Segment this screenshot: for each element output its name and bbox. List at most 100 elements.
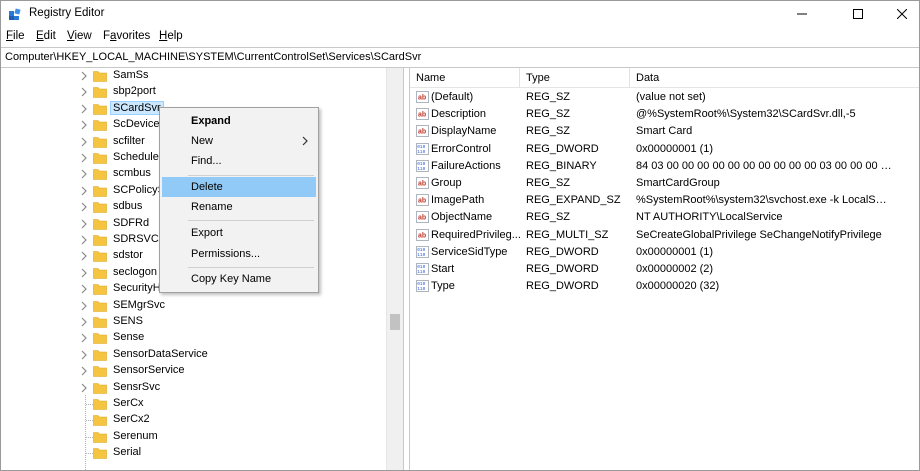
chevron-right-icon[interactable] [80,250,88,262]
tree-item[interactable]: SensorDataService [1,347,386,363]
context-menu-rename[interactable]: Rename [162,197,316,217]
folder-icon [93,103,107,115]
value-row[interactable]: ab Group REG_SZ SmartCardGroup [410,175,919,192]
tree-item[interactable]: Sense [1,330,386,346]
context-menu-export[interactable]: Export [162,223,316,243]
value-row[interactable]: ab ObjectName REG_SZ NT AUTHORITY\LocalServ… [410,209,919,226]
value-name: (Default) [431,91,474,103]
tree-item-label: sbp2port [113,85,156,98]
folder-icon [93,300,107,312]
chevron-right-icon[interactable] [80,119,88,131]
value-row[interactable]: ab Description REG_SZ @%SystemRoot%\System3… [410,106,919,123]
svg-text:ab: ab [418,181,426,188]
chevron-right-icon[interactable] [80,201,88,213]
value-row[interactable]: ab ImagePath REG_EXPAND_SZ %SystemRoot%\sys… [410,192,919,209]
value-name: DisplayName [431,125,497,138]
value-data: @%SystemRoot%\System32\SCardSvr.dll,-5 [636,108,856,121]
chevron-right-icon[interactable] [80,365,88,377]
tree-connector-line [86,453,93,455]
value-row[interactable]: 010 110 ServiceSidType REG_DWORD 0x00000001 … [410,244,919,261]
chevron-right-icon[interactable] [80,103,88,115]
chevron-right-icon[interactable] [80,185,88,197]
folder-icon [93,399,107,410]
context-menu-permissions[interactable]: Permissions... [162,244,316,264]
value-name: Start [431,263,455,275]
value-row[interactable]: 010 110 Start REG_DWORD 0x00000002 (2) [410,261,919,278]
value-name: Group [431,177,462,189]
chevron-right-icon[interactable] [80,349,88,361]
value-row[interactable]: ab (Default) REG_SZ (value not set) [410,89,919,106]
tree-item[interactable]: SerCx [1,396,386,412]
chevron-right-icon[interactable] [80,316,88,328]
value-name: ServiceSidType [431,245,508,258]
value-row[interactable]: 010 110 ErrorControl REG_DWORD 0x00000001 (1… [410,141,919,158]
tree-item-label: scmbus [113,167,151,180]
chevron-right-icon[interactable] [80,283,88,295]
chevron-right-icon[interactable] [80,218,88,230]
tree-item[interactable]: Serial [1,445,386,461]
menu-view[interactable]: View [67,30,92,42]
chevron-right-icon[interactable] [80,136,88,148]
value-row[interactable]: ab RequiredPrivileg... REG_MULTI_SZ SeCreat… [410,227,919,244]
tree-scrollbar[interactable] [386,68,403,470]
tree-item[interactable]: SamSs [1,68,386,84]
column-header-type[interactable]: Type [520,68,630,88]
context-menu-label: Find... [191,155,222,167]
values-pane[interactable]: Name Type Data ab (Default) REG_SZ (value n… [409,68,919,470]
tree-item[interactable]: SensrSvc [1,380,386,396]
value-data: SeCreateGlobalPrivilege SeChangeNotifyPr… [636,228,882,241]
value-row[interactable]: ab DisplayName REG_SZ Smart Card [410,123,919,140]
svg-text:ab: ab [418,215,426,222]
folder-icon [93,218,107,230]
menu-label: ile [13,30,25,42]
string-value-icon: ab [416,125,429,138]
menu-edit[interactable]: Edit [36,30,56,42]
value-name: RequiredPrivileg... [431,228,521,241]
minimize-button[interactable] [779,1,825,27]
tree-item-label: Serial [113,446,142,459]
folder-icon [93,267,107,279]
context-menu-expand[interactable]: Expand [162,111,316,131]
value-type: REG_SZ [526,108,571,121]
folder-icon [93,251,107,263]
chevron-right-icon[interactable] [80,382,88,394]
chevron-right-icon[interactable] [80,300,88,312]
context-menu-delete[interactable]: Delete [162,177,316,197]
column-header-name[interactable]: Name [410,68,520,88]
tree-item[interactable]: Serenum [1,429,386,445]
tree-item[interactable]: SENS [1,314,386,330]
tree-item-label: Serenum [113,429,158,442]
chevron-right-icon[interactable] [80,152,88,164]
menu-help[interactable]: Help [159,30,183,42]
context-menu-find[interactable]: Find... [162,151,316,171]
address-path[interactable]: Computer\HKEY_LOCAL_MACHINE\SYSTEM\Curre… [5,51,421,63]
value-type: REG_DWORD [526,280,599,293]
address-bar[interactable]: Computer\HKEY_LOCAL_MACHINE\SYSTEM\Curre… [1,47,919,68]
folder-icon [93,284,107,295]
tree-item[interactable]: sbp2port [1,84,386,100]
value-row[interactable]: 010 110 FailureActions REG_BINARY 84 03 00 0… [410,158,919,175]
maximize-button[interactable] [835,1,881,27]
chevron-right-icon[interactable] [80,267,88,279]
context-menu-label: Expand [191,115,231,127]
chevron-right-icon[interactable] [80,70,88,82]
value-row[interactable]: 010 110 Type REG_DWORD 0x00000020 (32) [410,278,919,295]
tree-item[interactable]: SensorService [1,363,386,379]
chevron-right-icon[interactable] [80,86,88,98]
svg-text:ab: ab [418,232,426,239]
chevron-right-icon[interactable] [80,234,88,246]
context-menu-new[interactable]: New [162,131,316,151]
tree-item[interactable]: SEMgrSvc [1,298,386,314]
menu-favorites[interactable]: Favorites [103,30,150,42]
context-menu-label: Rename [191,201,233,213]
title-bar[interactable]: Registry Editor [1,1,919,27]
tree-item[interactable]: SerCx2 [1,412,386,428]
chevron-right-icon[interactable] [80,168,88,180]
menu-file[interactable]: File [6,30,25,42]
close-button[interactable] [879,1,919,27]
column-header-data[interactable]: Data [630,68,919,88]
menu-label: vorites [116,30,151,42]
tree-scrollbar-thumb[interactable] [390,314,400,330]
chevron-right-icon[interactable] [80,332,88,344]
context-menu-copy-key-name[interactable]: Copy Key Name [162,269,316,289]
